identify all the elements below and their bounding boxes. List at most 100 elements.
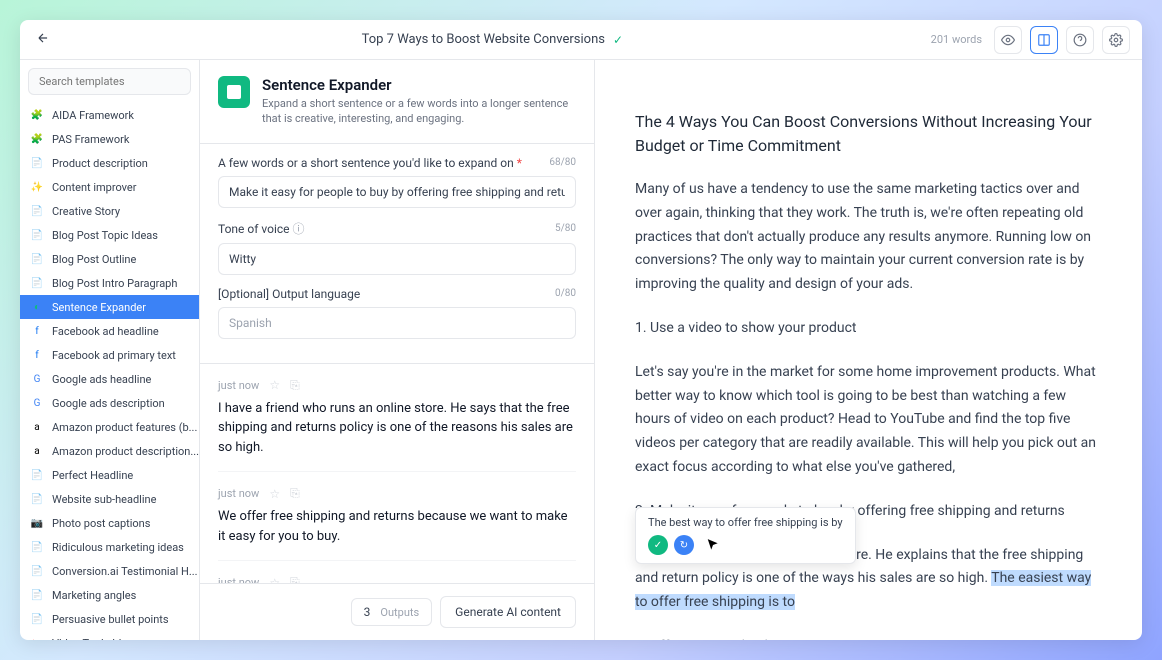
template-label: Creative Story [52, 205, 120, 218]
template-label: Persuasive bullet points [52, 613, 169, 626]
result-item[interactable]: just now☆⎘I have a friend who runs an on… [218, 364, 576, 473]
settings-button[interactable] [1102, 26, 1130, 54]
template-icon: 📄 [30, 468, 44, 482]
sidebar-template-item[interactable]: 📄 Perfect Headline [20, 463, 199, 487]
template-icon: 📄 [30, 540, 44, 554]
sidebar-template-item[interactable]: 📄Blog Post Intro Paragraph [20, 271, 199, 295]
template-label: AIDA Framework [52, 109, 134, 122]
template-label: Product description [52, 157, 148, 170]
outputs-label: Outputs [380, 606, 419, 619]
template-list[interactable]: 🧩 AIDA Framework 🧩 PAS Framework 📄 Product de… [20, 103, 199, 640]
template-icon: a [30, 420, 44, 434]
sidebar-template-item[interactable]: 📄Blog Post Outline [20, 247, 199, 271]
editor-paragraph[interactable]: Let's say you're in the market for some … [635, 361, 1102, 480]
sidebar-template-item[interactable]: 📄Conversion.ai Testimonial H... [20, 559, 199, 583]
result-item[interactable]: just now ☆ ⎘ We offer free shipping and ret… [218, 472, 576, 561]
template-label: Ridiculous marketing ideas [52, 541, 184, 554]
sidebar-template-item[interactable]: 📄 Blog Post Topic Ideas [20, 223, 199, 247]
language-input[interactable] [218, 307, 576, 339]
sidebar-template-item[interactable]: 📄 Product description [20, 151, 199, 175]
help-button[interactable] [1066, 26, 1094, 54]
app-window: Top 7 Ways to Boost Website Conversions … [20, 20, 1142, 640]
template-label: Video Topic Ideas [52, 637, 139, 641]
back-button[interactable] [32, 26, 54, 53]
sidebar-template-item[interactable]: ▶Video Topic Ideas [20, 631, 199, 640]
document-title[interactable]: Top 7 Ways to Boost Website Conversions [362, 32, 605, 47]
suggestion-text: The best way to offer free shipping is b… [648, 516, 843, 529]
preview-button[interactable] [994, 26, 1022, 54]
template-icon: ✨ [30, 180, 44, 194]
sidebar-template-item[interactable]: ✨Content improver [20, 175, 199, 199]
star-icon[interactable]: ☆ [269, 576, 280, 583]
results-list[interactable]: just now☆⎘I have a friend who runs an on… [200, 364, 594, 583]
star-icon[interactable]: ☆ [269, 378, 280, 392]
sidebar-template-item[interactable]: 📄 Ridiculous marketing ideas [20, 535, 199, 559]
field-expand: A few words or a short sentence you'd li… [218, 156, 576, 208]
required-mark: * [517, 156, 522, 170]
template-label: Google ads headline [52, 373, 151, 386]
template-label: Sentence Expander [52, 301, 146, 314]
refresh-suggestion-button[interactable]: ↻ [674, 535, 694, 555]
template-label: Blog Post Topic Ideas [52, 229, 158, 242]
document-title-area: Top 7 Ways to Boost Website Conversions … [66, 32, 919, 47]
field-label: A few words or a short sentence you'd li… [218, 156, 514, 170]
template-label: Perfect Headline [52, 469, 133, 482]
copy-icon[interactable]: ⎘ [290, 486, 300, 501]
main-area: 🧩 AIDA Framework 🧩 PAS Framework 📄 Product de… [20, 60, 1142, 640]
template-label: Amazon product features (b... [52, 421, 197, 434]
field-label: Tone of voice [218, 222, 290, 236]
char-count: 0/80 [555, 288, 576, 299]
sidebar-template-item[interactable]: 📷Photo post captions [20, 511, 199, 535]
result-text: We offer free shipping and returns becau… [218, 507, 576, 546]
sidebar-template-item[interactable]: 📄 Marketing angles [20, 583, 199, 607]
outputs-stepper[interactable]: 3 Outputs [351, 598, 433, 626]
template-icon: 📄 [30, 252, 44, 266]
template-icon: 📄 [30, 156, 44, 170]
copy-icon[interactable]: ⎘ [290, 575, 300, 583]
result-time: just now [218, 576, 259, 583]
field-language: [Optional] Output language 0/80 [218, 287, 576, 339]
sidebar-template-item[interactable]: fFacebook ad headline [20, 319, 199, 343]
char-count: 5/80 [555, 223, 576, 234]
template-icon: f [30, 324, 44, 338]
copy-icon[interactable]: ⎘ [290, 378, 300, 393]
template-icon: 🧩 [30, 108, 44, 122]
editor-paragraph[interactable]: 1. Use a video to show your product [635, 317, 1102, 341]
sidebar-template-item[interactable]: a Amazon product features (b... [20, 415, 199, 439]
sidebar-template-item[interactable]: GGoogle ads headline [20, 367, 199, 391]
template-label: Website sub-headline [52, 493, 156, 506]
template-description: Expand a short sentence or a few words i… [262, 96, 576, 127]
star-icon[interactable]: ☆ [269, 487, 280, 501]
template-label: Marketing angles [52, 589, 136, 602]
result-item[interactable]: just now☆⎘If you're going to offer free … [218, 561, 576, 583]
layout-toggle-button[interactable] [1030, 26, 1058, 54]
template-icon: 📄 [30, 228, 44, 242]
sidebar-template-item[interactable]: 🧩 PAS Framework [20, 127, 199, 151]
sidebar-template-item[interactable]: GGoogle ads description [20, 391, 199, 415]
outputs-count: 3 [364, 605, 371, 619]
editor-paragraph[interactable]: Many of us have a tendency to use the sa… [635, 178, 1102, 297]
generate-bar: 3 Outputs Generate AI content [200, 583, 594, 640]
generate-button[interactable]: Generate AI content [440, 596, 576, 628]
saved-check-icon: ✓ [613, 33, 623, 47]
search-input[interactable] [28, 68, 191, 95]
template-label: PAS Framework [52, 133, 129, 146]
sidebar-template-item[interactable]: 🧩 AIDA Framework [20, 103, 199, 127]
editor-paragraph[interactable]: 3. Offer a money-back guarantee [635, 635, 1102, 640]
accept-suggestion-button[interactable]: ✓ [648, 535, 668, 555]
sidebar-template-item[interactable]: aAmazon product description... [20, 439, 199, 463]
expand-input[interactable] [218, 176, 576, 208]
sidebar-template-item[interactable]: ◐Sentence Expander [20, 295, 199, 319]
template-icon: 📄 [30, 588, 44, 602]
template-icon: a [30, 444, 44, 458]
sidebar-template-item[interactable]: 📄Persuasive bullet points [20, 607, 199, 631]
document-editor[interactable]: The 4 Ways You Can Boost Conversions Wit… [595, 60, 1142, 640]
template-icon: 🧩 [30, 132, 44, 146]
sidebar-template-item[interactable]: fFacebook ad primary text [20, 343, 199, 367]
tone-input[interactable] [218, 243, 576, 275]
sidebar-template-item[interactable]: 📄Creative Story [20, 199, 199, 223]
sidebar-template-item[interactable]: 📄Website sub-headline [20, 487, 199, 511]
editor-heading[interactable]: The 4 Ways You Can Boost Conversions Wit… [635, 110, 1102, 158]
result-time: just now [218, 487, 259, 500]
template-icon: 📄 [30, 564, 44, 578]
